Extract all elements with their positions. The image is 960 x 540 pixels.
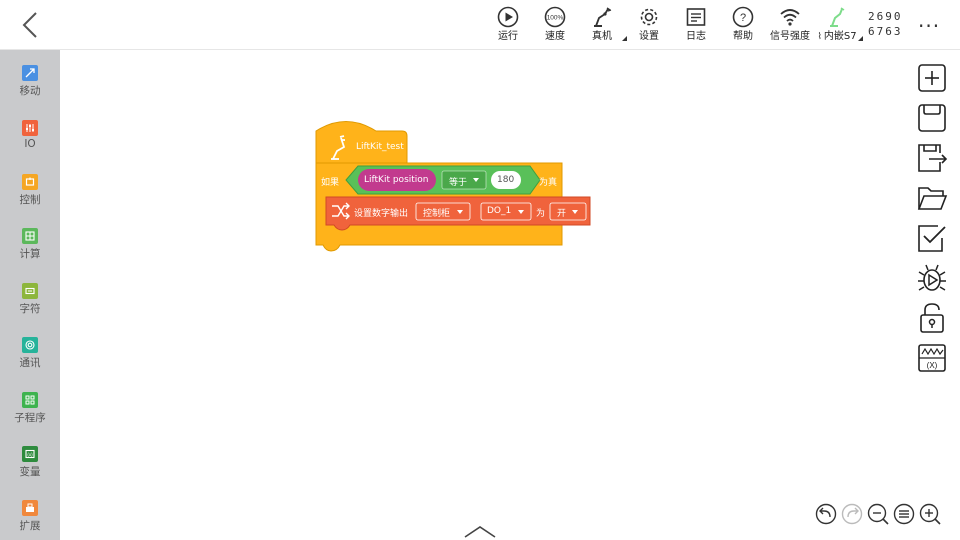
device-id-line1: 2690 [868, 10, 903, 23]
action-label: 设置数字输出 [354, 209, 409, 219]
category-label: 通讯 [19, 357, 41, 369]
category-label: IO [24, 138, 36, 150]
speedometer-icon: 100% [544, 6, 566, 28]
redo-icon[interactable] [841, 503, 863, 525]
help-icon: ? [732, 6, 754, 28]
category-communication[interactable]: 通讯 [0, 337, 60, 370]
zoom-out-icon[interactable] [867, 503, 889, 525]
more-menu-button[interactable]: ··· [918, 14, 940, 38]
reporter-label: LiftKit position [364, 175, 429, 185]
speed-label: 速度 [545, 31, 565, 42]
category-label: 字符 [19, 303, 41, 315]
log-icon [686, 8, 706, 26]
reset-zoom-icon[interactable] [893, 503, 915, 525]
string-icon [22, 283, 38, 299]
new-file-icon[interactable] [916, 62, 948, 94]
svg-text:(x): (x) [27, 452, 33, 457]
debug-icon[interactable] [916, 262, 948, 294]
save-icon[interactable] [916, 102, 948, 134]
speed-value: 100% [547, 15, 564, 22]
svg-text:(X): (X) [927, 361, 938, 370]
control-icon [22, 174, 38, 190]
block-workspace[interactable] [60, 50, 960, 540]
hat-block-label: LiftKit_test [356, 142, 404, 152]
svg-text:?: ? [740, 12, 746, 24]
category-calculate[interactable]: 计算 [0, 228, 60, 261]
variable-monitor-icon[interactable]: (X) [916, 342, 948, 374]
category-label: 移动 [19, 85, 41, 97]
gear-icon [640, 8, 658, 26]
robot-arm-green-icon [830, 7, 845, 27]
log-label: 日志 [686, 31, 706, 42]
unlock-icon[interactable] [916, 302, 948, 334]
checklist-icon[interactable] [916, 222, 948, 254]
compare-operator-label: 等于 [449, 178, 468, 188]
open-folder-icon[interactable] [916, 182, 948, 214]
signal-strength-indicator: 信号强度 [764, 6, 816, 43]
category-label: 扩展 [19, 520, 41, 532]
back-arrow-icon[interactable] [18, 10, 44, 40]
move-icon [22, 65, 38, 81]
dropdown-corner-icon [858, 36, 863, 41]
variable-icon: (x) [22, 446, 38, 462]
category-label: 控制 [19, 194, 41, 206]
settings-button[interactable]: 设置 [623, 6, 675, 43]
category-string[interactable]: 字符 [0, 283, 60, 316]
block-category-sidebar: 移动 IO 控制 计算 字符 通讯 子程序 (x) 变量 扩展 [0, 50, 60, 540]
category-subroutine[interactable]: 子程序 [0, 392, 60, 425]
save-as-icon[interactable] [916, 142, 948, 174]
top-toolbar: 运行 100% 速度 真机 设置 日志 ? 帮助 信号强度 ⌇ 内嵌S7 2690… [0, 0, 960, 50]
speed-button[interactable]: 100% 速度 [529, 6, 581, 43]
extension-icon [22, 500, 38, 516]
help-button[interactable]: ? 帮助 [717, 6, 769, 43]
io-icon [22, 120, 38, 136]
embedded-device-name: 内嵌S7 [823, 31, 857, 42]
category-variable[interactable]: (x) 变量 [0, 446, 60, 479]
robot-arm-icon [594, 7, 612, 27]
run-button[interactable]: 运行 [482, 6, 534, 43]
zoom-in-icon[interactable] [919, 503, 941, 525]
device-id: 2690 6763 [868, 9, 903, 39]
then-label: 为真 [539, 178, 558, 188]
category-label: 变量 [19, 466, 41, 478]
category-label: 计算 [19, 248, 41, 260]
action-target-label: 控制柜 [423, 209, 451, 219]
category-control[interactable]: 控制 [0, 174, 60, 207]
run-label: 运行 [498, 31, 518, 42]
real-machine-button[interactable]: 真机 [576, 6, 628, 43]
play-icon [497, 6, 519, 28]
category-label: 子程序 [14, 412, 46, 424]
log-button[interactable]: 日志 [670, 6, 722, 43]
category-io[interactable]: IO [0, 120, 60, 150]
category-extension[interactable]: 扩展 [0, 500, 60, 533]
signal-strength-label: 信号强度 [770, 31, 810, 42]
calculator-icon [22, 228, 38, 244]
embedded-device-button[interactable]: ⌇ 内嵌S7 [811, 6, 863, 43]
device-id-line2: 6763 [868, 25, 903, 38]
action-port-label: DO_1 [487, 206, 512, 216]
real-machine-label: 真机 [592, 31, 612, 42]
embedded-device-label: ⌇ 内嵌S7 [811, 31, 863, 43]
category-move[interactable]: 移动 [0, 65, 60, 98]
action-state-label: 开 [557, 209, 567, 219]
compare-value-label: 180 [497, 175, 515, 185]
help-label: 帮助 [733, 31, 753, 42]
action-as-label: 为 [536, 209, 546, 219]
settings-label: 设置 [639, 31, 659, 42]
chevron-up-icon[interactable] [463, 524, 497, 538]
subroutine-icon [22, 392, 38, 408]
undo-icon[interactable] [815, 503, 837, 525]
if-label: 如果 [321, 178, 340, 188]
wifi-icon [780, 9, 800, 26]
communication-icon [22, 337, 38, 353]
link-icon: ⌇ [817, 32, 822, 42]
